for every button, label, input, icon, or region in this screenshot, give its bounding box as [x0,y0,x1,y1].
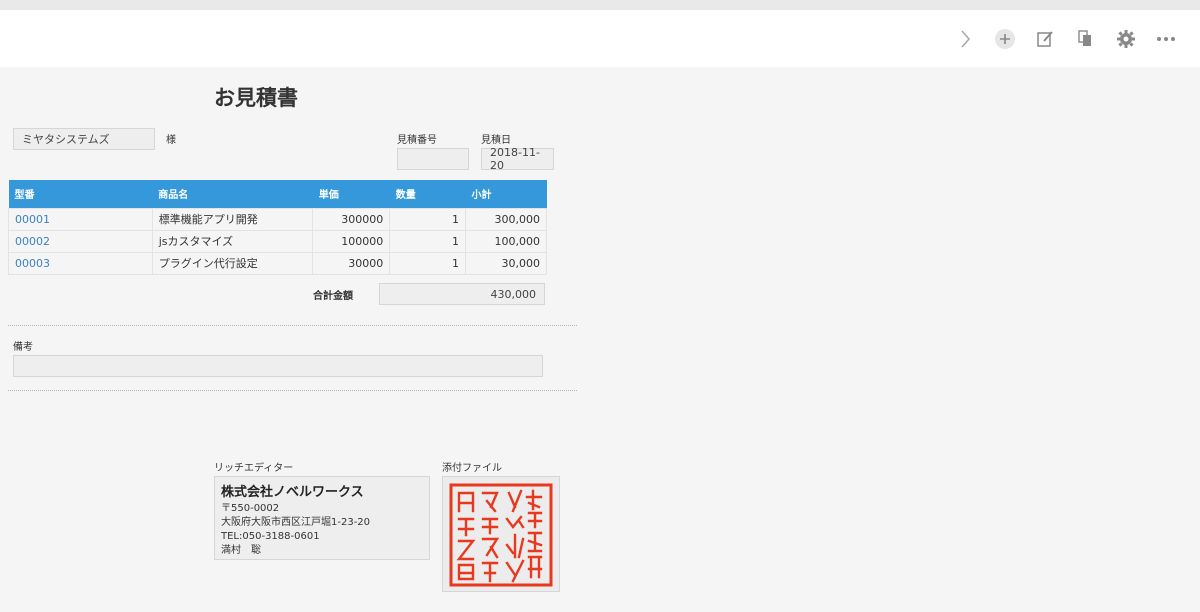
item-subtotal: 300,000 [465,207,547,231]
estimate-number-field[interactable] [397,148,469,170]
attachment-thumbnail[interactable] [442,476,560,592]
item-price: 30000 [312,251,391,275]
column-header-qty: 数量 [389,180,466,208]
item-subtotal: 30,000 [465,251,547,275]
chevron-right-icon[interactable] [954,28,976,50]
postal-code: 〒550-0002 [221,503,280,514]
rich-editor-field[interactable]: 株式会社ノベルワークス 〒550-0002 大阪府大阪市西区江戸堀1-23-20… [214,476,430,560]
contact-name: 満村 聡 [221,545,261,556]
estimate-date-field[interactable]: 2018-11-20 [481,146,554,172]
table-row: 00002 jsカスタマイズ 100000 1 100,000 [8,229,547,253]
column-header-name: 商品名 [152,180,313,208]
section-divider [8,390,577,391]
item-qty: 1 [389,229,467,253]
item-code-link[interactable]: 00001 [8,207,153,231]
attachment-label: 添付ファイル [442,463,502,474]
line-items-table: 型番 商品名 単価 数量 小計 00001 標準機能アプリ開発 300000 1… [8,180,547,275]
estimate-number-label: 見積番号 [397,135,437,146]
gear-icon[interactable] [1115,28,1137,50]
phone: TEL:050-3188-0601 [221,531,320,542]
copy-icon[interactable] [1074,28,1096,50]
more-icon[interactable] [1155,28,1177,50]
estimate-date-label: 見積日 [481,135,511,146]
column-header-price: 単価 [312,180,390,208]
remarks-label: 備考 [13,342,33,353]
column-header-code: 型番 [8,180,153,208]
item-name: 標準機能アプリ開発 [151,207,314,231]
table-header-row: 型番 商品名 単価 数量 小計 [8,180,547,208]
section-divider [8,325,577,326]
item-price: 300000 [312,207,391,231]
item-qty: 1 [389,207,467,231]
item-subtotal: 100,000 [465,229,547,253]
honorific-label: 様 [166,135,176,146]
customer-name-field[interactable]: ミヤタシステムズ [13,128,155,150]
column-header-subtotal: 小計 [465,180,547,208]
page-title: お見積書 [214,86,298,110]
top-strip [0,0,1200,10]
edit-icon[interactable] [1034,28,1056,50]
table-row: 00001 標準機能アプリ開発 300000 1 300,000 [8,207,547,231]
company-name: 株式会社ノベルワークス [221,485,364,500]
company-seal-image [449,483,553,587]
table-row: 00003 プラグイン代行設定 30000 1 30,000 [8,251,547,275]
item-qty: 1 [389,251,467,275]
total-amount-field: 430,000 [379,283,545,305]
item-price: 100000 [312,229,391,253]
remarks-field[interactable] [13,355,543,377]
plus-icon[interactable] [994,28,1016,50]
item-code-link[interactable]: 00003 [8,251,153,275]
item-code-link[interactable]: 00002 [8,229,153,253]
address: 大阪府大阪市西区江戸堀1-23-20 [221,517,371,528]
record-header-bar [0,10,1200,67]
total-label: 合計金額 [313,291,353,302]
item-name: jsカスタマイズ [151,229,314,253]
rich-editor-label: リッチエディター [214,463,294,474]
item-name: プラグイン代行設定 [151,251,314,275]
